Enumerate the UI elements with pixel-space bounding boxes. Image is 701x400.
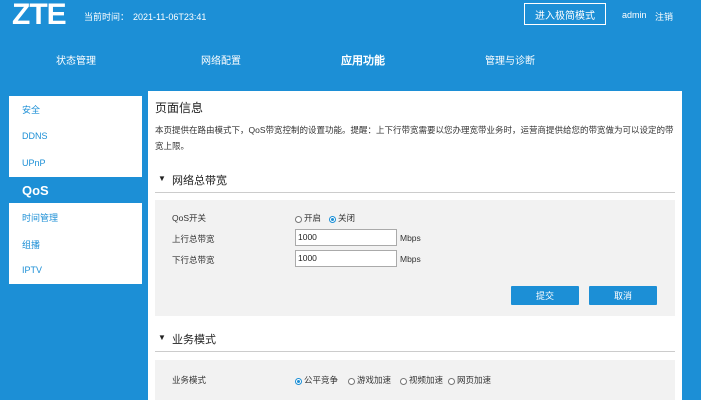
sidebar-item-time[interactable]: 时间管理 xyxy=(9,204,142,230)
collapse-arrow-icon: ▼ xyxy=(158,333,166,342)
service-web-radio[interactable] xyxy=(448,378,455,385)
simple-mode-button[interactable]: 进入极简模式 xyxy=(524,3,606,25)
service-video-radio[interactable] xyxy=(400,378,407,385)
download-bandwidth-input[interactable]: 1000 xyxy=(295,250,397,267)
service-option-fair[interactable]: 公平竞争 xyxy=(295,374,338,386)
qos-off-label: 关闭 xyxy=(338,213,356,223)
qos-off-option[interactable]: 关闭 xyxy=(329,212,355,224)
service-fair-label: 公平竞争 xyxy=(304,375,339,385)
service-section-title: 业务模式 xyxy=(172,334,216,346)
time-label: 当前时间： xyxy=(84,12,130,22)
sidebar-item-security[interactable]: 安全 xyxy=(9,96,142,122)
submit-button[interactable]: 提交 xyxy=(511,286,579,305)
sidebar-item-upnp[interactable]: UPnP xyxy=(9,150,142,176)
sidebar-item-ddns[interactable]: DDNS xyxy=(9,123,142,149)
zte-logo: ZTE xyxy=(12,0,67,31)
nav-management[interactable]: 管理与诊断 xyxy=(485,52,535,67)
service-game-radio[interactable] xyxy=(348,378,355,385)
bandwidth-section-title: 网络总带宽 xyxy=(172,175,227,187)
sidebar-item-multicast[interactable]: 组播 xyxy=(9,231,142,257)
sidebar: 安全 DDNS UPnP QoS 时间管理 组播 IPTV xyxy=(9,96,142,284)
page-title: 页面信息 xyxy=(155,101,204,115)
service-mode-label: 业务模式 xyxy=(172,375,207,385)
time-value: 2021-11-06T23:41 xyxy=(133,12,207,22)
qos-on-option[interactable]: 开启 xyxy=(295,212,321,224)
upload-unit: Mbps xyxy=(400,233,421,243)
qos-switch-label: QoS开关 xyxy=(172,213,207,223)
collapse-arrow-icon: ▼ xyxy=(158,174,166,183)
service-option-video[interactable]: 视频加速 xyxy=(400,374,443,386)
qos-on-radio[interactable] xyxy=(295,216,302,223)
nav-network[interactable]: 网络配置 xyxy=(201,52,241,67)
logout-link[interactable]: 注销 xyxy=(655,10,673,23)
cancel-button[interactable]: 取消 xyxy=(589,286,657,305)
page-description: 本页提供在路由模式下，QoS带宽控制的设置功能。提醒：上下行带宽需要以您办理宽带… xyxy=(155,125,674,151)
service-form: 业务模式 公平竞争 游戏加速 视频加速 网页加速 xyxy=(155,360,675,400)
main-nav: 状态管理 网络配置 应用功能 管理与诊断 xyxy=(0,52,701,68)
download-bandwidth-label: 下行总带宽 xyxy=(172,255,215,265)
bandwidth-section-header[interactable]: ▼ 网络总带宽 xyxy=(155,171,675,193)
sidebar-item-qos[interactable]: QoS xyxy=(9,177,142,203)
qos-on-label: 开启 xyxy=(304,213,322,223)
service-web-label: 网页加速 xyxy=(457,375,492,385)
service-option-web[interactable]: 网页加速 xyxy=(448,374,491,386)
service-video-label: 视频加速 xyxy=(409,375,444,385)
main-panel: 页面信息 本页提供在路由模式下，QoS带宽控制的设置功能。提醒：上下行带宽需要以… xyxy=(148,91,682,400)
qos-off-radio[interactable] xyxy=(329,216,336,223)
service-option-game[interactable]: 游戏加速 xyxy=(348,374,391,386)
bandwidth-form: QoS开关 开启 关闭 上行总带宽 1000 Mbps 下行总带宽 1000 M… xyxy=(155,200,675,316)
service-game-label: 游戏加速 xyxy=(357,375,392,385)
sidebar-item-iptv[interactable]: IPTV xyxy=(9,257,142,283)
download-unit: Mbps xyxy=(400,254,421,264)
service-section-header[interactable]: ▼ 业务模式 xyxy=(155,330,675,352)
current-time: 当前时间： 2021-11-06T23:41 xyxy=(84,10,206,23)
upload-bandwidth-input[interactable]: 1000 xyxy=(295,229,397,246)
upload-bandwidth-label: 上行总带宽 xyxy=(172,234,215,244)
username: admin xyxy=(622,10,647,20)
nav-applications[interactable]: 应用功能 xyxy=(341,52,385,68)
nav-status[interactable]: 状态管理 xyxy=(56,52,96,67)
service-fair-radio[interactable] xyxy=(295,378,302,385)
